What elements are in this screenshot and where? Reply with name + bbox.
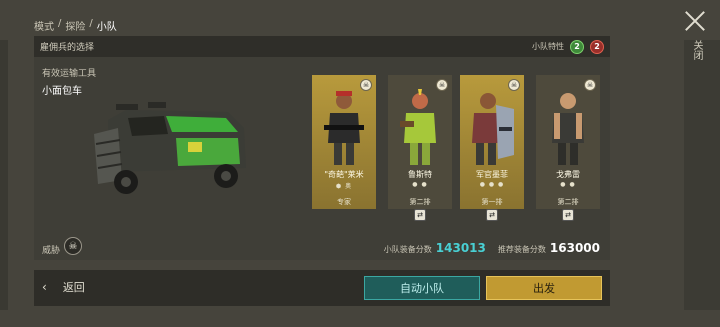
auto-squad-button[interactable]: 自动小队 xyxy=(364,276,480,300)
swap-icon[interactable]: ⇄ xyxy=(562,209,574,221)
mercenary-portrait xyxy=(552,93,584,165)
mercenary-role: 专家 xyxy=(337,198,351,206)
breadcrumb-item-expedition[interactable]: 探险 xyxy=(65,18,85,33)
mercenary-rank: ● ● xyxy=(412,181,428,188)
close-icon[interactable] xyxy=(684,10,706,32)
mercenary-role: 第二排 xyxy=(557,198,579,206)
mercenary-name: "奇葩"莱米 xyxy=(324,170,364,179)
left-edge xyxy=(0,40,8,310)
mercenary-rank: ● ● xyxy=(560,181,576,188)
mercenary-rank: ⬢ 奥 xyxy=(335,183,353,190)
trait-red-icon[interactable]: 2 xyxy=(590,39,604,54)
recommended-score-value: 163000 xyxy=(549,241,600,255)
swap-icon[interactable]: ⇄ xyxy=(414,209,426,221)
panel-title: 雇佣兵的选择 xyxy=(40,43,95,53)
chevron-left-icon: ‹ xyxy=(42,280,47,294)
back-button[interactable]: ‹ 返回 xyxy=(42,279,85,295)
close-label[interactable]: 关闭 xyxy=(690,40,702,60)
trait-green-count: 2 xyxy=(574,42,580,51)
mercenary-role: 第一排 xyxy=(481,198,503,206)
squad-score-label: 小队装备分数 xyxy=(383,245,432,254)
mercenary-portrait xyxy=(400,89,436,165)
squad-score-value: 143013 xyxy=(435,241,486,255)
trait-green-icon[interactable]: 2 xyxy=(570,39,584,54)
squad-traits[interactable]: 小队特性 2 2 xyxy=(532,39,604,54)
back-label: 返回 xyxy=(62,281,85,294)
mercenary-rank: ● ● ● xyxy=(479,181,505,188)
panel-header: 雇佣兵的选择 小队特性 2 2 xyxy=(34,36,610,57)
mercenary-card-godfrey[interactable]: ☠ 戈弗雷 ● ● 第二排 ⇄ xyxy=(536,75,600,221)
trait-red-count: 2 xyxy=(594,42,600,51)
squad-traits-label: 小队特性 xyxy=(532,42,564,51)
mercenary-name: 戈弗雷 xyxy=(556,170,580,179)
swap-icon[interactable]: ⇄ xyxy=(486,209,498,221)
bottom-bar: ‹ 返回 自动小队 出发 xyxy=(34,270,610,306)
mercenary-card-murphy[interactable]: ☠ 军官墨菲 ● ● ● 第一排 ⇄ xyxy=(460,75,524,221)
mercenary-portrait xyxy=(324,91,364,165)
breadcrumb-separator: / xyxy=(58,18,62,29)
recommended-score-label: 推荐装备分数 xyxy=(497,245,546,254)
vehicle-name: 小面包车 xyxy=(42,86,82,97)
threat-label: 威胁 xyxy=(42,246,61,256)
depart-button[interactable]: 出发 xyxy=(486,276,602,300)
right-edge xyxy=(684,40,720,310)
equipment-scores: 小队装备分数 143013 推荐装备分数 163000 xyxy=(384,241,600,255)
squad-panel: 雇佣兵的选择 小队特性 2 2 有效运输工具 小面包车 ☠ "奇葩"莱米 ⬢ 奥… xyxy=(34,36,610,260)
breadcrumb-separator: / xyxy=(89,18,93,29)
breadcrumb-current: 小队 xyxy=(96,22,117,33)
breadcrumb: 模式 / 探险 / 小队 xyxy=(34,18,117,33)
vehicle-label: 有效运输工具 xyxy=(42,69,97,79)
breadcrumb-item-mode[interactable]: 模式 xyxy=(34,18,54,33)
skull-icon[interactable]: ☠ xyxy=(64,237,82,255)
mercenary-card-lemmy[interactable]: ☠ "奇葩"莱米 ⬢ 奥 专家 xyxy=(312,75,376,209)
mercenary-name: 鲁斯特 xyxy=(408,170,432,179)
van-image xyxy=(94,102,246,194)
mercenary-name: 军官墨菲 xyxy=(476,170,508,179)
mercenary-card-rust[interactable]: ☠ 鲁斯特 ● ● 第二排 ⇄ xyxy=(388,75,452,221)
mercenary-role: 第二排 xyxy=(409,198,431,206)
mercenary-portrait xyxy=(472,93,514,165)
